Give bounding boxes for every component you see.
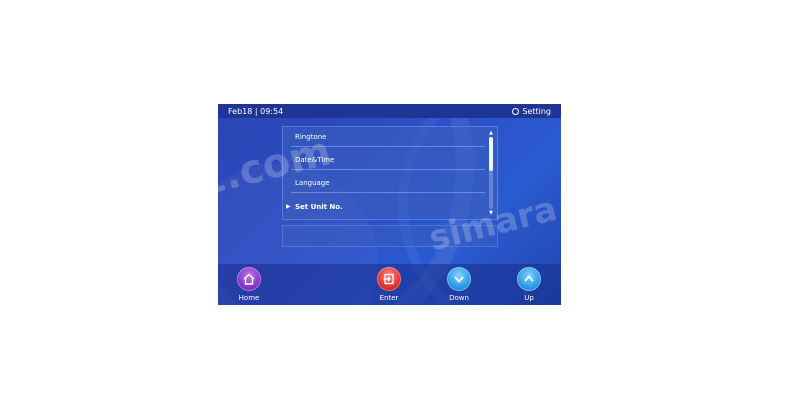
settings-menu-list: Ringtone Date&Time Language ▶ Set Unit N… <box>282 126 498 220</box>
menu-item-label: Set Unit No. <box>295 203 343 211</box>
enter-label: Enter <box>379 294 399 302</box>
selection-arrow-icon: ▶ <box>286 203 291 210</box>
divider <box>291 169 485 170</box>
down-button[interactable]: Down <box>441 267 477 302</box>
setting-title: Setting <box>512 107 561 116</box>
scroll-up-icon: ▲ <box>489 130 493 136</box>
up-button[interactable]: Up <box>511 267 547 302</box>
chevron-up-icon <box>517 267 541 291</box>
menu-item-date-time[interactable]: Date&Time <box>283 150 489 170</box>
info-bar <box>282 225 498 247</box>
menu-item-language[interactable]: Language <box>283 173 489 193</box>
enter-button[interactable]: Enter <box>371 267 407 302</box>
menu-item-set-unit-no[interactable]: ▶ Set Unit No. <box>283 197 489 217</box>
menu-item-label: Language <box>295 179 330 187</box>
scroll-down-icon: ▼ <box>489 210 493 216</box>
menu-item-label: Date&Time <box>295 156 335 164</box>
home-label: Home <box>238 294 260 302</box>
enter-icon <box>377 267 401 291</box>
scroll-thumb[interactable] <box>489 137 493 171</box>
home-button[interactable]: Home <box>231 267 267 302</box>
gear-icon <box>512 107 520 115</box>
down-label: Down <box>449 294 469 302</box>
menu-item-label: Ringtone <box>295 133 327 141</box>
chevron-down-icon <box>447 267 471 291</box>
scrollbar[interactable]: ▲ ▼ <box>488 130 494 216</box>
status-bar: Feb18 | 09:54 Setting <box>218 104 561 118</box>
intercom-screen: Feb18 | 09:54 Setting Ringtone Date&Time… <box>218 104 561 305</box>
house-icon <box>237 267 261 291</box>
divider <box>291 146 485 147</box>
setting-label: Setting <box>522 106 551 116</box>
menu-item-ringtone[interactable]: Ringtone <box>283 127 489 147</box>
date-time: Feb18 | 09:54 <box>228 106 284 116</box>
divider <box>291 192 485 193</box>
up-label: Up <box>524 294 534 302</box>
